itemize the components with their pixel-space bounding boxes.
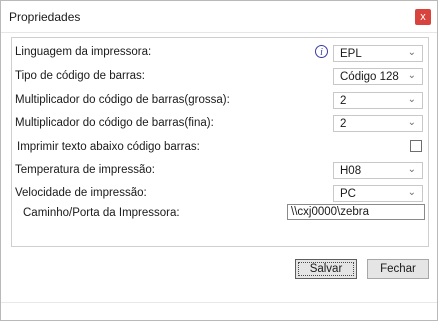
close-icon: x (420, 11, 426, 23)
save-button[interactable]: Salvar (295, 259, 357, 279)
chevron-down-icon: ⌄ (407, 117, 416, 128)
print-text-checkbox[interactable] (410, 140, 422, 152)
printer-path-input[interactable]: \\cxj0000\zebra (287, 204, 425, 220)
barcode-type-label: Tipo de código de barras: (15, 70, 145, 82)
multiplier-thin-value: 2 (340, 118, 347, 130)
printer-language-select[interactable]: EPL ⌄ (333, 45, 423, 62)
speed-label: Velocidade de impressão: (15, 187, 147, 199)
close-window-button[interactable]: x (415, 9, 431, 25)
barcode-type-value: Código 128 (340, 71, 399, 83)
window-title: Propriedades (9, 10, 81, 24)
multiplier-thin-label: Multiplicador do código de barras(fina): (15, 117, 214, 129)
chevron-down-icon: ⌄ (407, 70, 416, 81)
chevron-down-icon: ⌄ (407, 47, 416, 58)
speed-select[interactable]: PC ⌄ (333, 185, 423, 202)
barcode-type-select[interactable]: Código 128 ⌄ (333, 68, 423, 85)
temperature-label: Temperatura de impressão: (15, 164, 155, 176)
properties-dialog: Propriedades x Linguagem da impressora: … (0, 0, 438, 321)
multiplier-thin-select[interactable]: 2 ⌄ (333, 115, 423, 132)
speed-value: PC (340, 188, 356, 200)
printer-language-label: Linguagem da impressora: (15, 46, 152, 58)
multiplier-thick-select[interactable]: 2 ⌄ (333, 92, 423, 109)
chevron-down-icon: ⌄ (407, 187, 416, 198)
chevron-down-icon: ⌄ (407, 164, 416, 175)
close-button[interactable]: Fechar (367, 259, 429, 279)
printer-language-value: EPL (340, 48, 362, 60)
chevron-down-icon: ⌄ (407, 94, 416, 105)
title-bar: Propriedades x (1, 1, 437, 33)
info-icon[interactable]: i (315, 45, 328, 58)
temperature-value: H08 (340, 165, 362, 177)
footer-divider (1, 302, 437, 303)
multiplier-thick-label: Multiplicador do código de barras(grossa… (15, 94, 230, 106)
print-text-label: Imprimir texto abaixo código barras: (17, 141, 200, 153)
printer-path-label: Caminho/Porta da Impressora: (23, 207, 180, 219)
multiplier-thick-value: 2 (340, 95, 347, 107)
temperature-select[interactable]: H08 ⌄ (333, 162, 423, 179)
